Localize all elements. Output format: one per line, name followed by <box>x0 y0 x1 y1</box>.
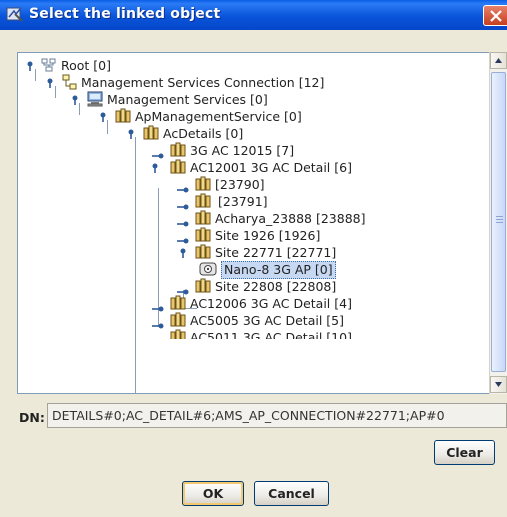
tree-node-root[interactable]: Root [0] <box>18 57 218 74</box>
tree-node-label: Acharya_23888 [23888] <box>215 211 366 226</box>
cancel-button[interactable]: Cancel <box>254 481 329 506</box>
expanded-handle-icon[interactable] <box>128 128 138 142</box>
dn-label: DN: <box>19 410 45 425</box>
tree-node-management-services-connection[interactable]: Management Services Connection [12] <box>18 74 378 91</box>
grip-line <box>496 222 503 223</box>
tree-node-label: Site 22808 [22808] <box>215 279 337 294</box>
scroll-thumb[interactable] <box>491 72 506 372</box>
tree-node-management-services[interactable]: Management Services [0] <box>18 91 358 108</box>
tree-node-label: Management Services [0] <box>107 92 268 107</box>
tree-node-ac5005[interactable]: AC5005 3G AC Detail [5] <box>18 312 378 329</box>
tree-node-label: Site 1926 [1926] <box>215 228 321 243</box>
tree-node-label: AC12001 3G AC Detail [6] <box>190 160 352 175</box>
clear-button[interactable]: Clear <box>434 440 495 465</box>
tree-node-label: AC5005 3G AC Detail [5] <box>190 313 344 328</box>
tree-node-label: Nano-8 3G AP [0] <box>221 261 336 279</box>
window-title: Select the linked object <box>29 6 221 22</box>
ok-button[interactable]: OK <box>182 481 244 506</box>
expanded-handle-icon[interactable] <box>27 60 37 74</box>
tree-node-label: [23790] <box>215 177 265 192</box>
tree-node-ac12001[interactable]: AC12001 3G AC Detail [6] <box>18 159 378 176</box>
app-icon <box>6 6 24 24</box>
tree-node-site-22808[interactable]: Site 22808 [22808] <box>18 278 378 295</box>
dn-field[interactable]: DETAILS#0;AC_DETAIL#6;AMS_AP_CONNECTION#… <box>47 403 507 428</box>
tree-node-acdetails[interactable]: AcDetails [0] <box>18 125 378 142</box>
expanded-handle-icon[interactable] <box>100 111 110 125</box>
grip-line <box>496 216 503 217</box>
arrow-up-icon <box>495 58 502 63</box>
arrow-down-icon <box>495 382 502 387</box>
close-button[interactable] <box>483 5 507 26</box>
tree-node-label: Management Services Connection [12] <box>81 75 325 90</box>
tree-node-label: Root [0] <box>61 58 111 73</box>
tree-node-label: ApManagementService [0] <box>135 109 302 124</box>
access-point-icon <box>199 262 217 279</box>
expanded-handle-icon[interactable] <box>72 94 82 108</box>
title-bar: Select the linked object <box>0 0 507 30</box>
tree-node-apmanagementservice[interactable]: ApManagementService [0] <box>18 108 378 125</box>
tree-node-3g-ac-12015[interactable]: 3G AC 12015 [7] <box>18 142 378 159</box>
grip-line <box>496 219 503 220</box>
tree-node-label: AcDetails [0] <box>163 126 244 141</box>
scroll-up-button[interactable] <box>490 52 507 69</box>
tree-node-site-22771[interactable]: Site 22771 [22771] <box>18 244 378 261</box>
tree-node-label: 3G AC 12015 [7] <box>190 143 295 158</box>
tree-node-site-1926[interactable]: Site 1926 [1926] <box>18 227 378 244</box>
expanded-handle-icon[interactable] <box>180 247 190 261</box>
scroll-down-button[interactable] <box>490 376 507 393</box>
tree-node-23790[interactable]: [23790] <box>18 176 378 193</box>
expanded-handle-icon[interactable] <box>47 77 57 91</box>
expanded-handle-icon[interactable] <box>152 162 162 176</box>
tree-node-23791[interactable]: [23791] <box>18 193 378 210</box>
vertical-scrollbar[interactable] <box>489 52 507 394</box>
tree-node-label: [23791] <box>218 194 268 209</box>
tree-node-label: AC5011 3G AC Detail [10] <box>190 330 352 339</box>
tree-node-ac5011[interactable]: AC5011 3G AC Detail [10] <box>18 329 378 339</box>
tree-node-label: AC12006 3G AC Detail [4] <box>190 296 352 311</box>
tree-node-label: Site 22771 [22771] <box>215 245 337 260</box>
collapsed-handle-icon[interactable] <box>152 335 164 339</box>
close-icon <box>490 10 502 22</box>
object-tree[interactable]: Root [0] Management Services Connection … <box>17 52 507 394</box>
tree-node-acharya-23888[interactable]: Acharya_23888 [23888] <box>18 210 378 227</box>
tree-node-ac12006[interactable]: AC12006 3G AC Detail [4] <box>18 295 378 312</box>
tree-node-nano-8-3g-ap[interactable]: Nano-8 3G AP [0] <box>18 261 398 279</box>
folder-icon <box>170 329 186 339</box>
